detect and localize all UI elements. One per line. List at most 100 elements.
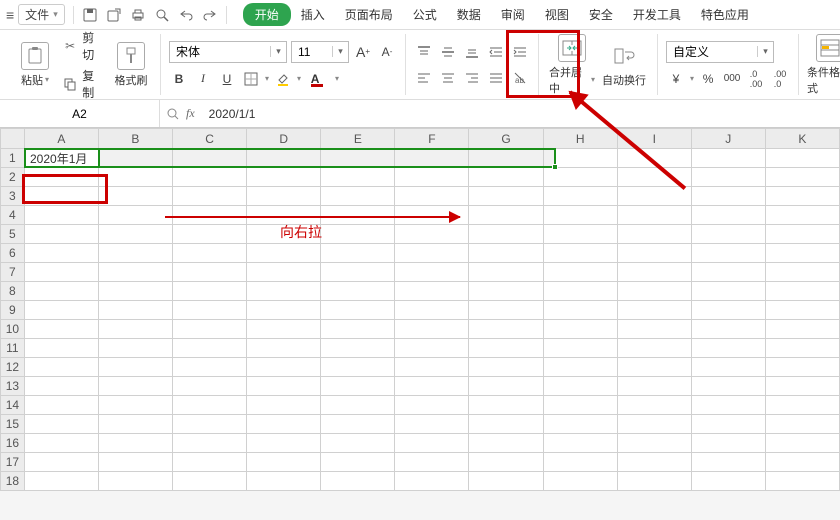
cell[interactable] bbox=[543, 225, 617, 244]
cell[interactable] bbox=[691, 244, 765, 263]
cell[interactable] bbox=[543, 434, 617, 453]
cell[interactable] bbox=[395, 263, 469, 282]
cell[interactable] bbox=[24, 206, 98, 225]
cell[interactable] bbox=[765, 206, 839, 225]
cell[interactable] bbox=[543, 263, 617, 282]
font-name-combo[interactable]: ▾ bbox=[169, 41, 287, 63]
row-header[interactable]: 11 bbox=[1, 339, 25, 358]
font-size-input[interactable] bbox=[292, 45, 332, 59]
column-header[interactable]: D bbox=[247, 129, 321, 149]
cell[interactable] bbox=[247, 168, 321, 187]
tab-view[interactable]: 视图 bbox=[535, 2, 579, 27]
file-menu[interactable]: 文件 ▾ bbox=[18, 4, 65, 25]
number-format-input[interactable] bbox=[667, 45, 757, 59]
column-header[interactable]: B bbox=[98, 129, 172, 149]
cell[interactable] bbox=[247, 396, 321, 415]
align-center-icon[interactable] bbox=[438, 68, 458, 88]
cell[interactable] bbox=[691, 453, 765, 472]
cell[interactable] bbox=[24, 244, 98, 263]
cell[interactable] bbox=[98, 453, 172, 472]
fill-color-button[interactable] bbox=[273, 69, 293, 89]
cell[interactable] bbox=[247, 282, 321, 301]
cell[interactable] bbox=[691, 472, 765, 491]
cell[interactable] bbox=[395, 377, 469, 396]
row-header[interactable]: 6 bbox=[1, 244, 25, 263]
cell[interactable] bbox=[765, 149, 839, 168]
cell[interactable] bbox=[24, 263, 98, 282]
save-icon[interactable] bbox=[82, 7, 98, 23]
cell[interactable] bbox=[172, 453, 246, 472]
cell[interactable] bbox=[617, 472, 691, 491]
row-header[interactable]: 16 bbox=[1, 434, 25, 453]
cell[interactable] bbox=[247, 225, 321, 244]
column-header[interactable]: H bbox=[543, 129, 617, 149]
cell[interactable] bbox=[691, 434, 765, 453]
cell[interactable] bbox=[469, 168, 543, 187]
format-painter-button[interactable]: 格式刷 bbox=[110, 42, 152, 88]
cell[interactable] bbox=[617, 206, 691, 225]
cell[interactable] bbox=[543, 339, 617, 358]
cell[interactable] bbox=[691, 187, 765, 206]
formula-input[interactable]: 2020/1/1 bbox=[201, 107, 840, 121]
tab-data[interactable]: 数据 bbox=[447, 2, 491, 27]
cell[interactable] bbox=[321, 206, 395, 225]
row-header[interactable]: 12 bbox=[1, 358, 25, 377]
row-header[interactable]: 4 bbox=[1, 206, 25, 225]
cell[interactable] bbox=[543, 377, 617, 396]
cell[interactable] bbox=[172, 301, 246, 320]
cell[interactable] bbox=[765, 339, 839, 358]
undo-icon[interactable] bbox=[178, 7, 194, 23]
cell[interactable] bbox=[247, 453, 321, 472]
column-header[interactable]: J bbox=[691, 129, 765, 149]
increase-decimal-icon[interactable]: .00.0 bbox=[770, 69, 790, 89]
cut-button[interactable]: ✂ 剪切 bbox=[62, 29, 104, 63]
cell[interactable] bbox=[765, 434, 839, 453]
cell[interactable] bbox=[24, 472, 98, 491]
row-header[interactable]: 5 bbox=[1, 225, 25, 244]
cell[interactable] bbox=[469, 301, 543, 320]
italic-button[interactable]: I bbox=[193, 69, 213, 89]
font-size-combo[interactable]: ▾ bbox=[291, 41, 349, 63]
cell[interactable] bbox=[98, 472, 172, 491]
cell[interactable] bbox=[617, 453, 691, 472]
cell[interactable] bbox=[691, 320, 765, 339]
column-header[interactable]: A bbox=[24, 129, 98, 149]
cell[interactable] bbox=[247, 149, 321, 168]
cell[interactable] bbox=[321, 415, 395, 434]
cell[interactable] bbox=[247, 206, 321, 225]
tab-security[interactable]: 安全 bbox=[579, 2, 623, 27]
cell[interactable] bbox=[543, 396, 617, 415]
tab-apps[interactable]: 特色应用 bbox=[691, 2, 759, 27]
fx-icon[interactable]: fx bbox=[186, 106, 195, 121]
paste-button[interactable]: 粘贴▾ bbox=[14, 42, 56, 88]
cell[interactable] bbox=[395, 301, 469, 320]
column-header[interactable]: K bbox=[765, 129, 839, 149]
cell[interactable] bbox=[617, 434, 691, 453]
cell[interactable] bbox=[543, 282, 617, 301]
cell[interactable] bbox=[321, 358, 395, 377]
cell[interactable] bbox=[24, 320, 98, 339]
chevron-down-icon[interactable]: ▾ bbox=[270, 46, 286, 57]
cell[interactable] bbox=[543, 187, 617, 206]
row-header[interactable]: 13 bbox=[1, 377, 25, 396]
cell[interactable] bbox=[543, 244, 617, 263]
cell[interactable] bbox=[617, 301, 691, 320]
redo-icon[interactable] bbox=[202, 7, 218, 23]
cell[interactable] bbox=[98, 263, 172, 282]
cell[interactable] bbox=[469, 282, 543, 301]
cell[interactable] bbox=[172, 244, 246, 263]
cell[interactable] bbox=[469, 358, 543, 377]
cell[interactable] bbox=[321, 301, 395, 320]
cell[interactable] bbox=[172, 377, 246, 396]
cell[interactable] bbox=[617, 187, 691, 206]
name-box-input[interactable] bbox=[20, 106, 140, 122]
cell[interactable] bbox=[321, 225, 395, 244]
increase-font-icon[interactable]: A+ bbox=[353, 42, 373, 62]
cell[interactable] bbox=[469, 453, 543, 472]
cell[interactable] bbox=[321, 282, 395, 301]
tab-developer[interactable]: 开发工具 bbox=[623, 2, 691, 27]
cell[interactable] bbox=[172, 415, 246, 434]
cell[interactable] bbox=[543, 206, 617, 225]
row-header[interactable]: 9 bbox=[1, 301, 25, 320]
tab-formulas[interactable]: 公式 bbox=[403, 2, 447, 27]
